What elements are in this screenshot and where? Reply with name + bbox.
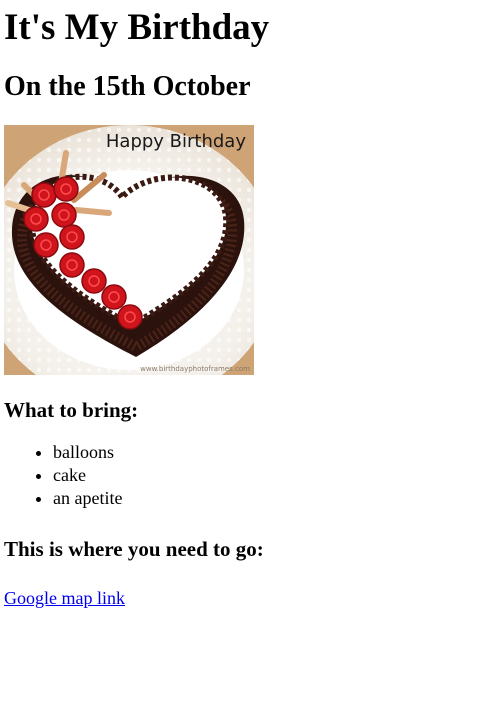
date-heading: On the 15th October	[4, 70, 251, 102]
bring-heading: What to bring:	[4, 397, 139, 422]
birthday-cake-image: Happy Birthday www.birthdayphotoframes.c…	[0, 124, 279, 405]
birthday-cake-illustration: Happy Birthday www.birthdayphotoframes.c…	[0, 124, 279, 405]
image-caption-text: Happy Birthday	[106, 131, 246, 152]
bring-list: balloons cake an apetite	[4, 441, 479, 510]
directions-heading: This is where you need to go:	[4, 536, 264, 561]
list-item: balloons	[53, 441, 479, 464]
list-item: cake	[53, 464, 479, 487]
image-watermark: www.birthdayphotoframes.com	[140, 365, 250, 373]
list-item: an apetite	[53, 487, 479, 510]
google-map-link[interactable]: Google map link	[4, 588, 125, 609]
page-title: It's My Birthday	[4, 7, 270, 48]
